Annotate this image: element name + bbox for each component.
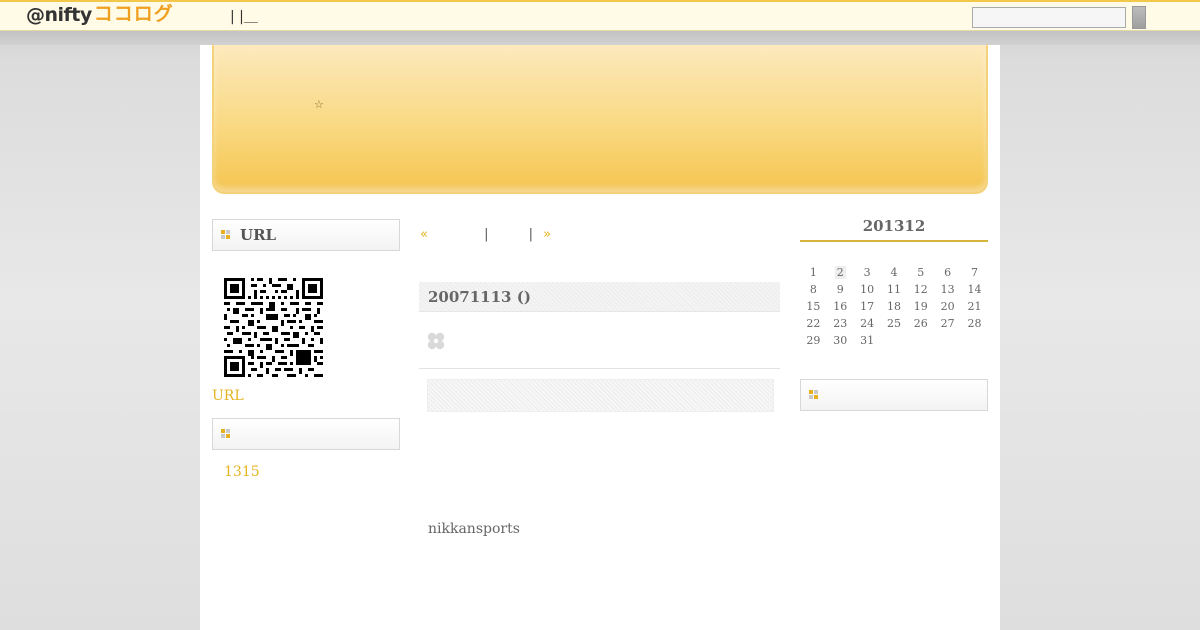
calendar-day[interactable]: 15 — [800, 298, 827, 315]
calendar-day[interactable]: 25 — [881, 315, 908, 332]
url-link[interactable]: URL — [212, 388, 244, 404]
pager-separator: | — [528, 227, 534, 242]
entry-title[interactable]: 20071113 () — [428, 288, 531, 306]
blog-banner[interactable]: ☆ — [212, 45, 988, 194]
calendar-day[interactable]: 16 — [827, 298, 854, 315]
calendar-day[interactable]: 7 — [961, 264, 988, 281]
calendar-day[interactable]: 28 — [961, 315, 988, 332]
calendar-day[interactable]: 4 — [881, 264, 908, 281]
calendar-day[interactable]: 17 — [854, 298, 881, 315]
calendar-day[interactable]: 8 — [800, 281, 827, 298]
sidebar-heading-right — [800, 379, 988, 411]
calendar-day[interactable]: 14 — [961, 281, 988, 298]
calendar-day[interactable]: 18 — [881, 298, 908, 315]
calendar-day[interactable]: 21 — [961, 298, 988, 315]
calendar-day[interactable]: 23 — [827, 315, 854, 332]
count-link[interactable]: 1315 — [224, 464, 260, 480]
calendar-title: 201312 — [862, 217, 926, 235]
next-entry-link[interactable]: » — [543, 227, 551, 242]
calendar-week-row: 8 9 10 11 12 13 14 — [800, 281, 988, 298]
calendar-day[interactable]: 31 — [854, 332, 881, 349]
sidebar-heading-blank — [212, 418, 400, 450]
calendar-table: 1 2 3 4 5 6 7 8 9 10 11 12 13 14 15 16 17 18 19 20 21 22 23 24 2… — [800, 264, 988, 349]
search-input[interactable] — [972, 7, 1126, 28]
entry-content-box — [427, 379, 774, 412]
entry-title-bar: 20071113 () — [419, 282, 780, 312]
nifty-cocolog-logo[interactable]: @nifty ココログ — [26, 3, 174, 26]
calendar-day[interactable]: 11 — [881, 281, 908, 298]
blog-page: ☆ URL URL 1315 « | | » 20071113 () nikka… — [200, 45, 1000, 630]
entry-pager: « | | » — [420, 227, 551, 242]
top-bar: @nifty ココログ | |＿ — [0, 0, 1200, 31]
calendar-day[interactable]: 29 — [800, 332, 827, 349]
calendar-day[interactable]: 30 — [827, 332, 854, 349]
calendar-day — [961, 332, 988, 349]
calendar-week-row: 15 16 17 18 19 20 21 — [800, 298, 988, 315]
calendar-day[interactable]: 6 — [934, 264, 961, 281]
sidebar-heading-url: URL — [212, 219, 400, 251]
calendar-day[interactable]: 13 — [934, 281, 961, 298]
calendar-day[interactable]: 26 — [907, 315, 934, 332]
entry-divider — [419, 368, 780, 369]
calendar-day[interactable]: 27 — [934, 315, 961, 332]
calendar-day[interactable]: 19 — [907, 298, 934, 315]
sidebar-heading-url-label: URL — [240, 226, 277, 244]
qr-code-image — [224, 278, 323, 377]
calendar-week-row: 1234567 — [800, 264, 988, 281]
calendar-week-row: 29 30 31 — [800, 332, 988, 349]
star-icon: ☆ — [314, 98, 324, 111]
search-button[interactable] — [1132, 6, 1146, 29]
bullet-icon — [221, 429, 231, 439]
bullet-icon — [809, 390, 819, 400]
calendar-day[interactable]: 3 — [854, 264, 881, 281]
logo-sub-text: ココログ — [93, 3, 174, 25]
calendar-day[interactable]: 5 — [907, 264, 934, 281]
top-links[interactable]: | |＿ — [230, 6, 258, 26]
calendar-day[interactable]: 12 — [907, 281, 934, 298]
calendar-day — [881, 332, 908, 349]
calendar-week-row: 22 23 24 25 26 27 28 — [800, 315, 988, 332]
calendar-day[interactable]: 1 — [800, 264, 827, 281]
calendar-day[interactable]: 22 — [800, 315, 827, 332]
calendar-day[interactable]: 10 — [854, 281, 881, 298]
previous-entry-link[interactable]: « — [420, 227, 428, 242]
top-bar-shadow — [0, 31, 1200, 45]
calendar-title-underline — [800, 240, 988, 242]
entry-source-text: nikkansports — [428, 521, 520, 537]
calendar-day[interactable]: 2 — [827, 264, 854, 281]
calendar-day[interactable]: 24 — [854, 315, 881, 332]
calendar-day — [907, 332, 934, 349]
calendar-day[interactable]: 20 — [934, 298, 961, 315]
calendar-day[interactable]: 9 — [827, 281, 854, 298]
calendar-day — [934, 332, 961, 349]
logo-main-text: @nifty — [26, 4, 92, 26]
pager-separator: | — [484, 227, 489, 242]
bullet-icon — [221, 230, 231, 240]
flower-icon — [427, 332, 445, 350]
